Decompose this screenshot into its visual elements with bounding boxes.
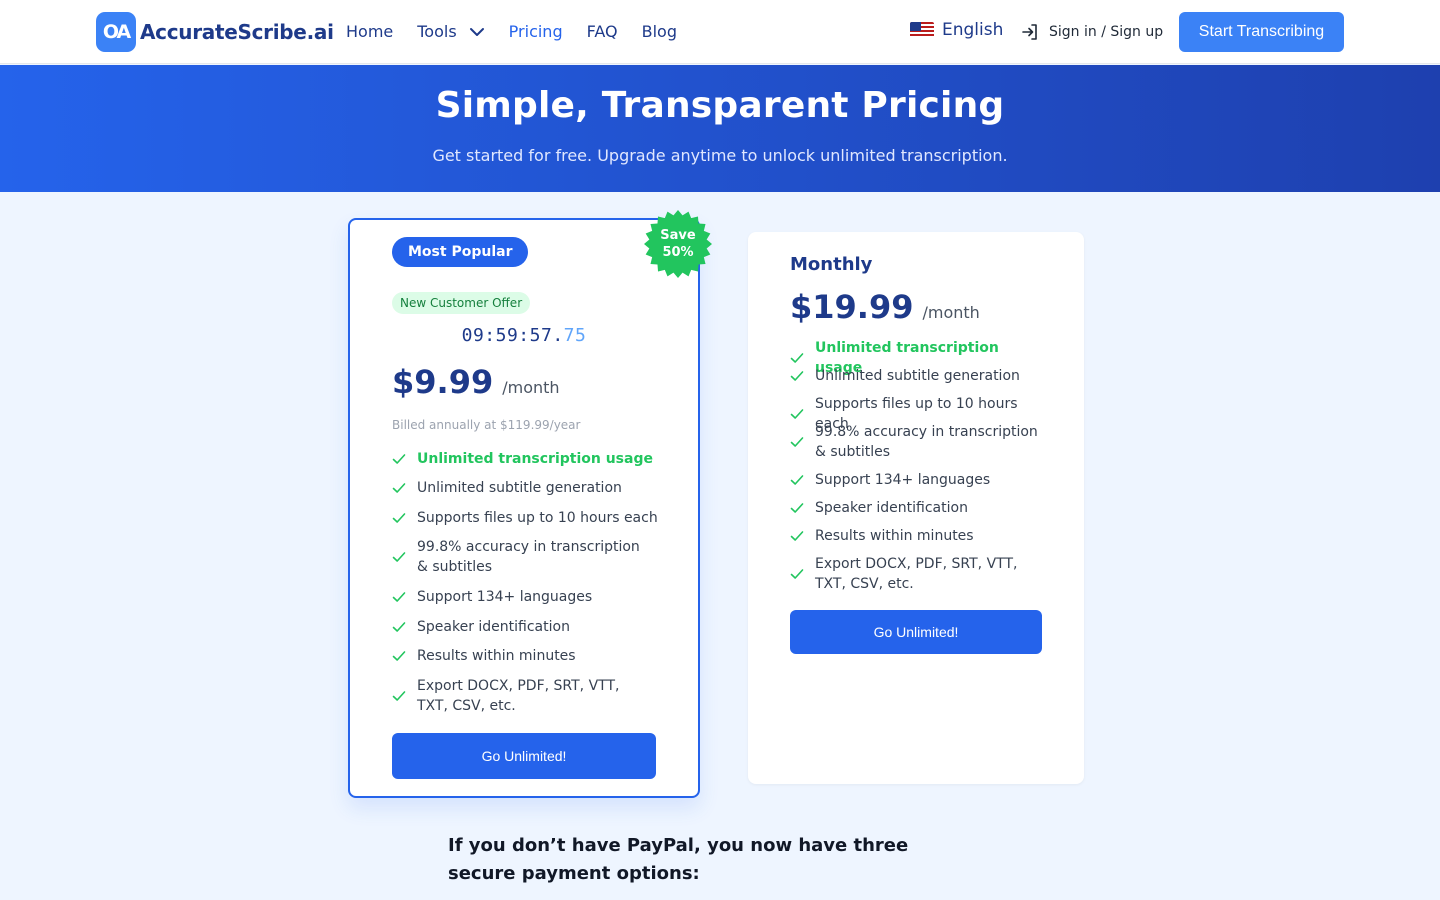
check-icon (392, 552, 406, 562)
brand-name: AccurateScribe.ai (140, 20, 334, 44)
login-icon (1022, 24, 1037, 40)
check-icon (790, 353, 804, 363)
nav-blog[interactable]: Blog (642, 20, 677, 44)
check-icon (790, 503, 804, 513)
us-flag-icon (910, 22, 934, 38)
check-icon (392, 592, 406, 602)
nav-tools-label: Tools (417, 22, 457, 41)
monthly-price-period: /month (922, 303, 980, 322)
monthly-go-unlimited-button[interactable]: Go Unlimited! (790, 610, 1042, 654)
list-item: Unlimited subtitle generation (392, 478, 622, 498)
save-badge: Save 50% (643, 209, 713, 279)
check-icon (790, 371, 804, 381)
save-label: Save (660, 228, 696, 243)
check-icon (790, 409, 804, 419)
monthly-plan-title: Monthly (790, 254, 873, 275)
signin-label: Sign in / Sign up (1049, 24, 1164, 40)
start-transcribing-button[interactable]: Start Transcribing (1179, 12, 1344, 52)
countdown-timer: 09:59:57.75 (392, 325, 656, 346)
list-item: Support 134+ languages (392, 587, 592, 607)
list-item: Export DOCX, PDF, SRT, VTT, TXT, CSV, et… (790, 554, 1040, 594)
nav-pricing[interactable]: Pricing (509, 20, 563, 44)
annual-price: $9.99 /month (392, 363, 560, 401)
list-item: Results within minutes (790, 526, 974, 546)
check-icon (392, 454, 406, 464)
list-item: Unlimited subtitle generation (790, 366, 1020, 386)
payment-options-heading: If you don’t have PayPal, you now have t… (448, 835, 909, 884)
monthly-plan-card: Monthly $19.99 /month Unlimited transcri… (748, 232, 1084, 784)
check-icon (790, 569, 804, 579)
annual-plan-card: Most Popular Save 50% New Customer Offer… (348, 210, 712, 798)
timer-ms: 75 (563, 325, 587, 346)
billed-annually-note: Billed annually at $119.99/year (392, 418, 581, 432)
nav-faq[interactable]: FAQ (587, 20, 618, 44)
list-item: Speaker identification (790, 498, 968, 518)
annual-price-period: /month (502, 378, 560, 397)
check-icon (790, 437, 804, 447)
check-icon (392, 513, 406, 523)
list-item: 99.8% accuracy in transcription & subtit… (790, 422, 1040, 462)
most-popular-badge: Most Popular (392, 237, 529, 267)
chevron-down-icon (469, 28, 484, 36)
check-icon (790, 531, 804, 541)
check-icon (392, 622, 406, 632)
check-icon (392, 691, 406, 701)
page-subtitle: Get started for free. Upgrade anytime to… (432, 146, 1008, 165)
monthly-price: $19.99 /month (790, 288, 980, 326)
check-icon (392, 651, 406, 661)
nav-tools[interactable]: Tools (417, 20, 484, 44)
language-selector[interactable]: English (910, 20, 1003, 40)
nav-home[interactable]: Home (346, 20, 393, 44)
save-percent: 50% (662, 245, 694, 260)
top-navbar: OA AccurateScribe.ai Home Tools Pricing … (0, 0, 1440, 64)
list-item: Speaker identification (392, 617, 570, 637)
new-customer-offer-badge: New Customer Offer (392, 292, 531, 314)
annual-go-unlimited-button[interactable]: Go Unlimited! (392, 733, 656, 779)
monthly-price-amount: $19.99 (790, 288, 914, 326)
page-title: Simple, Transparent Pricing (435, 85, 1005, 126)
annual-price-amount: $9.99 (392, 363, 494, 401)
list-item: Results within minutes (392, 646, 576, 666)
list-item: Supports files up to 10 hours each (392, 508, 658, 528)
timer-main: 09:59:57. (461, 325, 564, 346)
list-item: Unlimited transcription usage (392, 449, 653, 469)
list-item: Export DOCX, PDF, SRT, VTT, TXT, CSV, et… (392, 676, 652, 716)
list-item: Support 134+ languages (790, 470, 990, 490)
main-nav: Home Tools Pricing FAQ Blog (346, 20, 701, 44)
signin-link[interactable]: Sign in / Sign up (1020, 22, 1163, 42)
check-icon (392, 483, 406, 493)
pricing-hero: Simple, Transparent Pricing Get started … (0, 65, 1440, 192)
logo-icon: OA (96, 12, 136, 52)
language-label: English (942, 20, 1004, 40)
brand-logo[interactable]: OA AccurateScribe.ai (96, 12, 334, 52)
list-item: 99.8% accuracy in transcription & subtit… (392, 537, 652, 577)
check-icon (790, 475, 804, 485)
